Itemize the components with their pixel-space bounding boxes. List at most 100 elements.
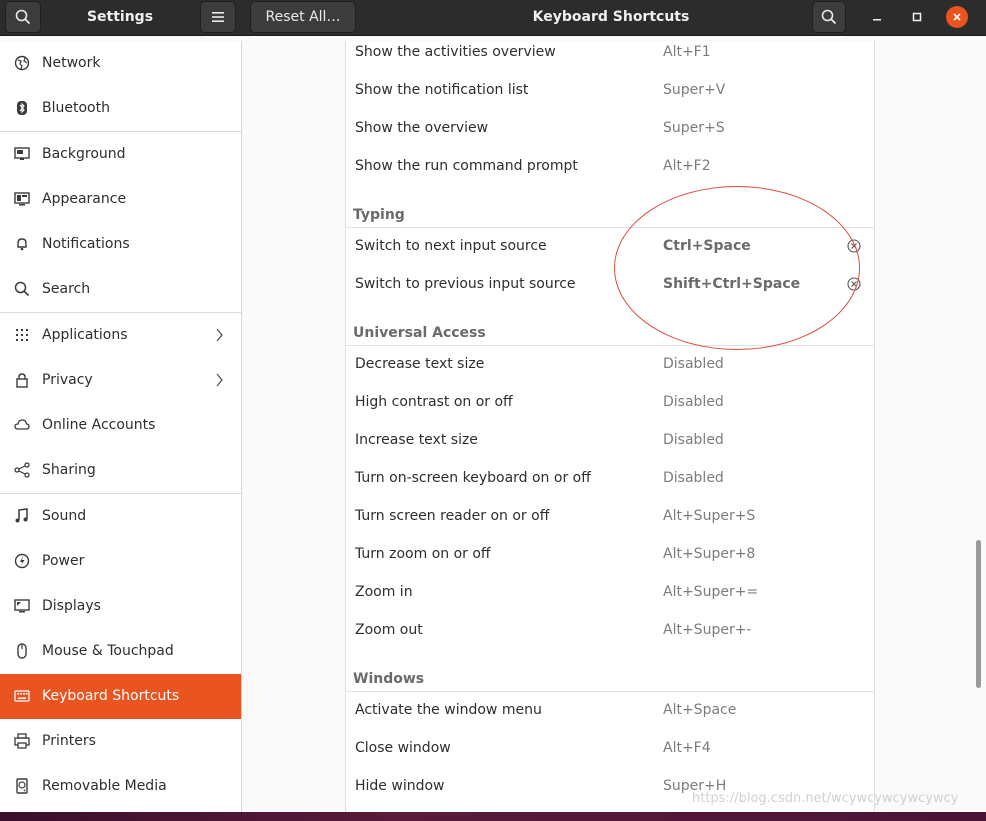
sidebar-item-label: Power [42,553,85,569]
shortcut-name: Increase text size [355,432,478,448]
shortcut-accel: Disabled [663,432,724,448]
sidebar-item-label: Mouse & Touchpad [42,643,174,659]
appearance-icon [14,192,30,206]
sidebar-item-displays[interactable]: Displays [0,584,241,629]
search-icon [14,281,30,297]
sidebar-item-appearance[interactable]: Appearance [0,177,241,222]
sidebar-item-label: Keyboard Shortcuts [42,688,180,704]
shortcut-name: Show the notification list [355,82,529,98]
shortcut-row[interactable]: Zoom out Alt+Super+- [346,611,874,649]
sidebar-item-label: Notifications [42,236,130,252]
shortcut-row[interactable]: Increase text size Disabled [346,421,874,459]
sidebar-item-label: Online Accounts [42,417,156,433]
grid-icon [16,329,28,341]
shortcut-accel: Alt+F1 [663,44,711,60]
sidebar-item-label: Privacy [42,372,93,388]
shortcut-name: Zoom in [355,584,413,600]
shortcut-name: Turn on-screen keyboard on or off [355,470,591,486]
shortcut-row[interactable]: Activate the window menu Alt+Space [346,691,874,729]
sidebar-item-removable-media[interactable]: Removable Media [0,764,241,809]
sidebar-item-label: Network [42,55,101,71]
shortcut-accel: Alt+Super+S [663,508,756,524]
sidebar-item-search[interactable]: Search [0,267,241,312]
section-title: Universal Access [353,325,486,341]
settings-title: Settings [86,9,154,25]
shortcut-name: Close window [355,740,451,756]
shortcut-name: Show the run command prompt [355,158,578,174]
shortcut-accel: Super+V [663,82,726,98]
shortcut-row[interactable]: Zoom in Alt+Super+= [346,573,874,611]
sidebar-item-online-accounts[interactable]: Online Accounts [0,403,241,448]
close-button[interactable] [946,6,968,28]
annotation-circle [614,186,860,350]
sidebar-item-keyboard-shortcuts[interactable]: Keyboard Shortcuts [0,674,241,719]
sidebar-item-notifications[interactable]: Notifications [0,222,241,267]
shortcut-name: Hide window [355,778,445,794]
maximize-icon [912,12,922,22]
shortcut-name: Activate the window menu [355,702,542,718]
shortcut-row[interactable]: Turn zoom on or off Alt+Super+8 [346,535,874,573]
chevron-right-icon [216,328,223,342]
sidebar-item-applications[interactable]: Applications [0,313,241,358]
keyboard-icon [14,690,30,702]
shortcut-row[interactable]: Decrease text size Disabled [346,345,874,383]
shortcut-row[interactable]: High contrast on or off Disabled [346,383,874,421]
search-icon [15,9,31,25]
hamburger-menu-icon [212,12,224,22]
shortcut-name: Show the overview [355,120,489,136]
sidebar-item-label: Background [42,146,126,162]
shortcut-search-button[interactable] [812,1,846,33]
shortcut-name: Switch to previous input source [355,276,576,292]
shortcuts-content: Show the activities overview Alt+F1 Show… [243,41,986,812]
sidebar-search-button[interactable] [5,1,41,33]
shortcut-accel: Alt+F4 [663,740,711,756]
monitor-icon [14,147,30,160]
sidebar-item-background[interactable]: Background [0,132,241,177]
sidebar-item-label: Appearance [42,191,127,207]
sidebar-item-printers[interactable]: Printers [0,719,241,764]
minimize-icon [873,19,881,21]
shortcut-accel: Alt+Super+- [663,622,752,638]
sidebar-item-mouse-touchpad[interactable]: Mouse & Touchpad [0,629,241,674]
shortcut-name: Turn screen reader on or off [355,508,550,524]
shortcut-row[interactable]: Show the notification list Super+V [346,71,874,109]
section-header-windows: Windows [346,652,874,692]
shortcut-row[interactable]: Show the run command prompt Alt+F2 [346,147,874,185]
shortcut-name: Show the activities overview [355,44,556,60]
sidebar-item-sharing[interactable]: Sharing [0,448,241,493]
cloud-icon [14,419,30,430]
section-title: Windows [353,671,425,687]
reset-all-button[interactable]: Reset All… [250,1,356,33]
section-title: Typing [353,207,405,223]
shortcut-row[interactable]: Show the overview Super+S [346,109,874,147]
sidebar-item-label: Removable Media [42,778,167,794]
shortcut-name: Decrease text size [355,356,485,372]
sidebar-item-power[interactable]: Power [0,539,241,584]
shortcut-accel: Disabled [663,394,724,410]
sidebar-item-network[interactable]: Network [0,41,241,86]
sidebar-item-label: Printers [42,733,96,749]
share-icon [14,462,30,478]
header-bar: Settings Reset All… Keyboard Shortcuts [0,0,986,36]
shortcuts-list: Show the activities overview Alt+F1 Show… [345,41,875,812]
shortcut-row[interactable]: Turn screen reader on or off Alt+Super+S [346,497,874,535]
shortcut-name: Turn zoom on or off [355,546,491,562]
close-icon [953,13,961,21]
music-note-icon [15,508,28,523]
sidebar-item-bluetooth[interactable]: Bluetooth [0,86,241,131]
maximize-button[interactable] [906,6,928,28]
shortcut-row[interactable]: Show the activities overview Alt+F1 [346,41,874,71]
minimize-button[interactable] [866,6,888,28]
shortcut-accel: Alt+Space [663,702,737,718]
printer-icon [14,733,30,749]
shortcut-row[interactable]: Close window Alt+F4 [346,729,874,767]
scrollbar-thumb[interactable] [976,540,981,688]
bluetooth-icon [17,101,27,115]
shortcut-row[interactable]: Turn on-screen keyboard on or off Disabl… [346,459,874,497]
shortcut-accel: Alt+Super+8 [663,546,756,562]
sidebar-item-privacy[interactable]: Privacy [0,358,241,403]
menu-button[interactable] [200,1,236,33]
sidebar-item-label: Applications [42,327,128,343]
sidebar-item-sound[interactable]: Sound [0,494,241,539]
shortcut-accel: Disabled [663,356,724,372]
